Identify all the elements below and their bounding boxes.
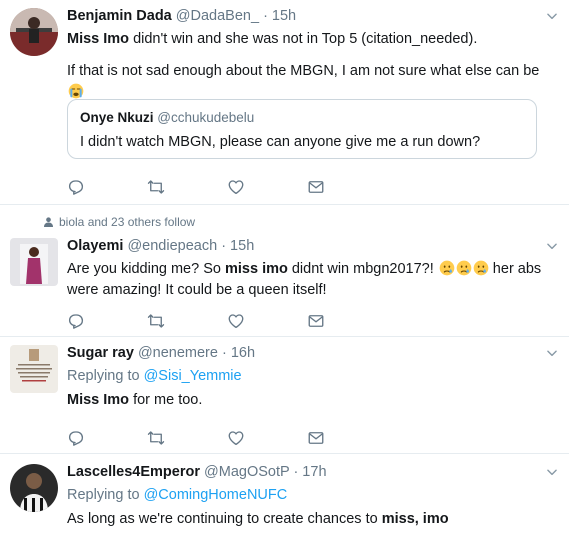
author-name[interactable]: Olayemi: [67, 238, 123, 254]
crying-face-emoji: [473, 260, 489, 276]
author-handle[interactable]: @MagOSotP: [204, 464, 289, 480]
quoted-tweet[interactable]: Onye Nkuzi @cchukudebelu I didn't watch …: [67, 99, 537, 159]
replying-to-link[interactable]: @Sisi_Yemmie: [144, 368, 242, 384]
direct-message-icon[interactable]: [307, 429, 325, 447]
tweet-header: Sugar ray @nenemere · 16h: [67, 343, 559, 363]
replying-to: Replying to @ComingHomeNUFC: [67, 487, 288, 503]
tweet-text: Are you kidding me? So miss imo didnt wi…: [67, 260, 542, 298]
quoted-author-handle: @cchukudebelu: [157, 110, 255, 125]
timestamp[interactable]: · 15h: [263, 8, 296, 24]
replying-to: Replying to @Sisi_Yemmie: [67, 368, 242, 384]
tweet-text: As long as we're continuing to create ch…: [67, 511, 449, 527]
direct-message-icon[interactable]: [307, 178, 325, 196]
reply-icon[interactable]: [67, 429, 85, 447]
author-name[interactable]: Sugar ray: [67, 345, 134, 361]
timestamp[interactable]: · 16h: [222, 345, 255, 361]
reply-icon[interactable]: [67, 178, 85, 196]
avatar[interactable]: [10, 345, 58, 393]
author-handle[interactable]: @nenemere: [138, 345, 218, 361]
author-name[interactable]: Benjamin Dada: [67, 8, 172, 24]
tweet-header: Lascelles4Emperor @MagOSotP · 17h: [67, 462, 559, 482]
tweet-header: Olayemi @endiepeach · 15h: [67, 236, 559, 256]
tweet-header: Benjamin Dada @DadaBen_ · 15h: [67, 6, 559, 26]
replying-to-link[interactable]: @ComingHomeNUFC: [144, 487, 288, 503]
quoted-author-name: Onye Nkuzi: [80, 110, 154, 125]
author-name[interactable]: Lascelles4Emperor: [67, 464, 200, 480]
chevron-down-icon[interactable]: [545, 465, 559, 479]
chevron-down-icon[interactable]: [545, 346, 559, 360]
like-icon[interactable]: [227, 178, 245, 196]
timestamp[interactable]: · 15h: [221, 238, 254, 254]
tweet-1[interactable]: Benjamin Dada @DadaBen_ · 15h Miss Imo d…: [0, 0, 569, 204]
direct-message-icon[interactable]: [307, 312, 325, 330]
person-icon: [44, 217, 53, 227]
avatar[interactable]: [10, 8, 58, 56]
loudly-crying-face-emoji: [68, 83, 84, 99]
retweet-icon[interactable]: [147, 178, 165, 196]
tweet-2[interactable]: biola and 23 others follow Olayemi @endi…: [0, 205, 569, 336]
crying-face-emoji: [456, 260, 472, 276]
author-handle[interactable]: @endiepeach: [127, 238, 217, 254]
quoted-tweet-text: I didn't watch MBGN, please can anyone g…: [80, 134, 481, 150]
tweet-3[interactable]: Sugar ray @nenemere · 16h Replying to @S…: [0, 337, 569, 453]
avatar[interactable]: [10, 238, 58, 286]
retweet-icon[interactable]: [147, 312, 165, 330]
chevron-down-icon[interactable]: [545, 9, 559, 23]
avatar[interactable]: [10, 464, 58, 512]
chevron-down-icon[interactable]: [545, 239, 559, 253]
tweet-text: Miss Imo for me too.: [67, 392, 203, 408]
like-icon[interactable]: [227, 429, 245, 447]
retweet-icon[interactable]: [147, 429, 165, 447]
crying-face-emoji: [439, 260, 455, 276]
like-icon[interactable]: [227, 312, 245, 330]
timestamp[interactable]: · 17h: [293, 464, 326, 480]
social-context: biola and 23 others follow: [44, 214, 195, 230]
author-handle[interactable]: @DadaBen_: [176, 8, 259, 24]
tweet-text-paragraph: If that is not sad enough about the MBGN…: [67, 61, 559, 103]
tweet-text: Miss Imo didn't win and she was not in T…: [67, 31, 478, 47]
reply-icon[interactable]: [67, 312, 85, 330]
tweet-4[interactable]: Lascelles4Emperor @MagOSotP · 17h Replyi…: [0, 454, 569, 545]
